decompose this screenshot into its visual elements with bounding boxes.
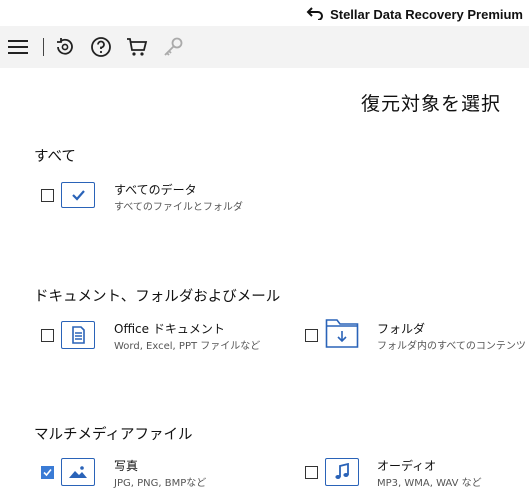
music-note-icon xyxy=(325,458,359,486)
option-label: すべてのデータ xyxy=(114,183,197,197)
photos-checkbox[interactable] xyxy=(41,466,54,479)
option-label: 写真 xyxy=(114,459,139,473)
audio-checkbox[interactable] xyxy=(305,466,318,479)
folder-checkbox[interactable] xyxy=(305,329,318,342)
help-icon[interactable] xyxy=(90,36,112,58)
office-documents-checkbox[interactable] xyxy=(41,329,54,342)
folder-icon xyxy=(325,316,359,349)
recover-history-icon[interactable] xyxy=(54,36,76,58)
option-label: オーディオ xyxy=(377,459,437,473)
document-icon xyxy=(61,321,95,349)
option-label: フォルダ xyxy=(377,322,426,336)
option-description: すべてのファイルとフォルダ xyxy=(114,202,243,213)
back-arrow-logo-icon xyxy=(306,6,324,23)
checkmark-tile-icon xyxy=(61,182,95,208)
toolbar xyxy=(0,26,529,68)
all-data-checkbox[interactable] xyxy=(41,189,54,202)
option-description: JPG, PNG, BMPなど xyxy=(114,478,207,489)
option-description: MP3, WMA, WAV など xyxy=(377,478,482,489)
photo-icon xyxy=(61,458,95,486)
hamburger-menu-icon[interactable] xyxy=(7,36,29,58)
section-title-all: すべて xyxy=(34,149,76,165)
app-title: Stellar Data Recovery Premium xyxy=(330,6,523,22)
section-title-documents: ドキュメント、フォルダおよびメール xyxy=(34,289,281,305)
title-bar: Stellar Data Recovery Premium xyxy=(0,0,529,26)
section-title-multimedia: マルチメディアファイル xyxy=(34,427,193,443)
brand: Stellar Data Recovery Premium xyxy=(306,5,523,23)
key-icon[interactable] xyxy=(162,36,184,58)
option-label: Office ドキュメント xyxy=(114,322,225,336)
toolbar-divider xyxy=(43,38,44,56)
cart-icon[interactable] xyxy=(126,36,148,58)
option-description: Word, Excel, PPT ファイルなど xyxy=(114,341,261,352)
page-title: 復元対象を選択 xyxy=(360,93,501,115)
option-description: フォルダ内のすべてのコンテンツ xyxy=(377,341,526,352)
